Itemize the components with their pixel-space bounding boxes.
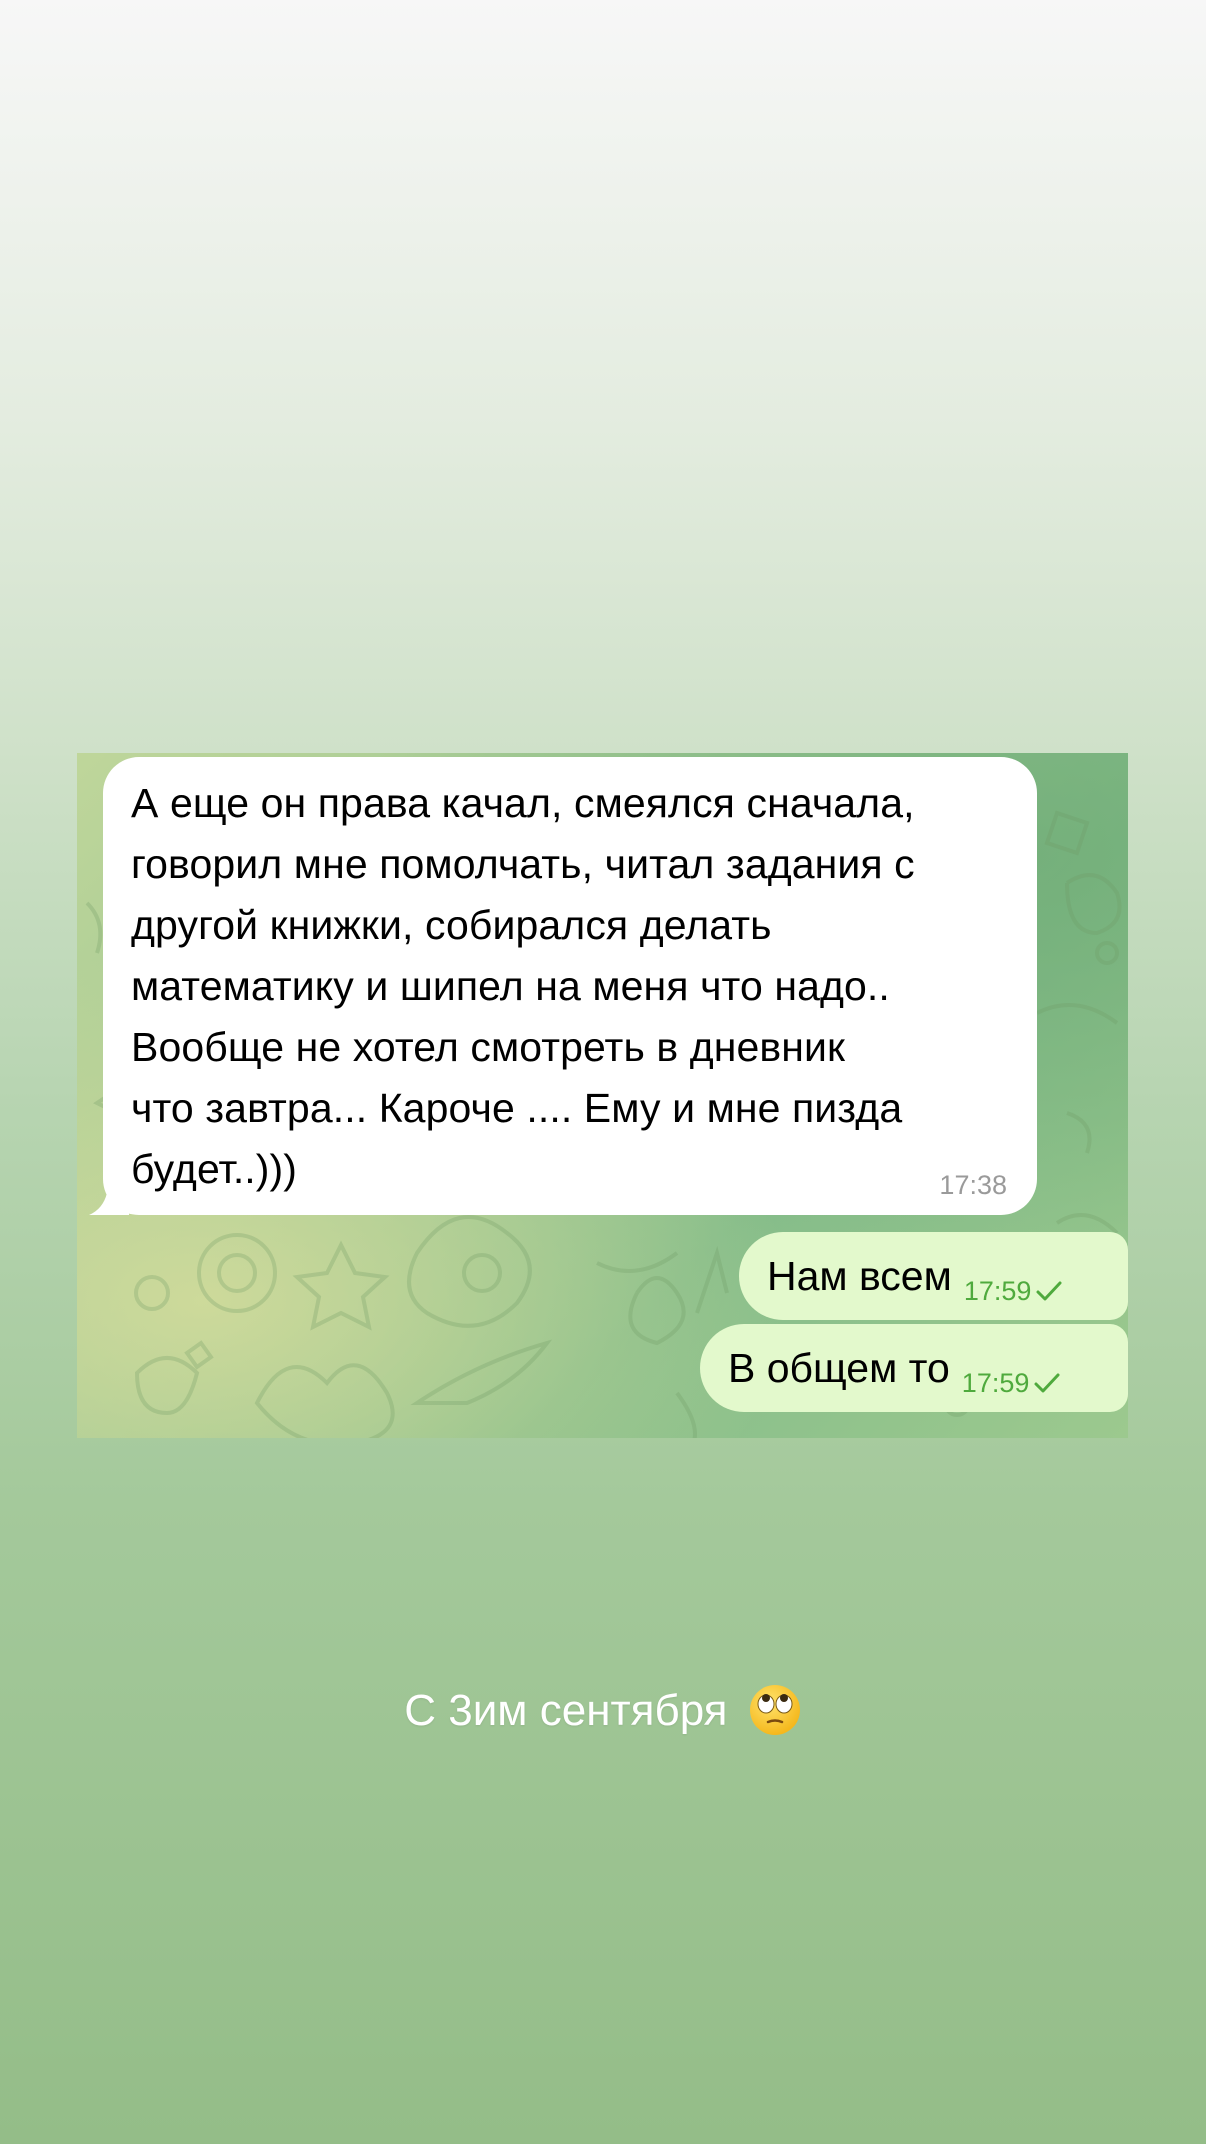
incoming-message-bubble[interactable]: А еще он права качал, смеялся сначала, г… — [89, 757, 1037, 1215]
outgoing-message-text: Нам всем — [767, 1253, 952, 1299]
outgoing-message-meta: 17:59 — [964, 1276, 1064, 1307]
outgoing-message-meta: 17:59 — [962, 1368, 1062, 1399]
story-caption-text: С 3им сентября — [404, 1686, 728, 1735]
bubble-tail-icon — [89, 1185, 129, 1215]
chat-screenshot: А еще он права качал, смеялся сначала, г… — [77, 753, 1128, 1438]
outgoing-message-bubble[interactable]: В общем то 17:59 — [700, 1324, 1128, 1412]
face-with-rolling-eyes-icon — [749, 1685, 800, 1735]
sent-check-icon — [1034, 1373, 1060, 1393]
outgoing-message-time: 17:59 — [961, 1367, 1030, 1398]
sent-check-icon — [1036, 1281, 1062, 1301]
outgoing-message-text: В общем то — [728, 1345, 950, 1391]
outgoing-message-time: 17:59 — [963, 1275, 1032, 1306]
story-canvas: А еще он права качал, смеялся сначала, г… — [0, 0, 1206, 2144]
outgoing-message-bubble[interactable]: Нам всем 17:59 — [739, 1232, 1128, 1320]
incoming-message-time: 17:38 — [939, 1170, 1007, 1200]
story-caption: С 3им сентября — [0, 1683, 1206, 1737]
incoming-message-text: А еще он права качал, смеялся сначала, г… — [131, 780, 915, 1192]
